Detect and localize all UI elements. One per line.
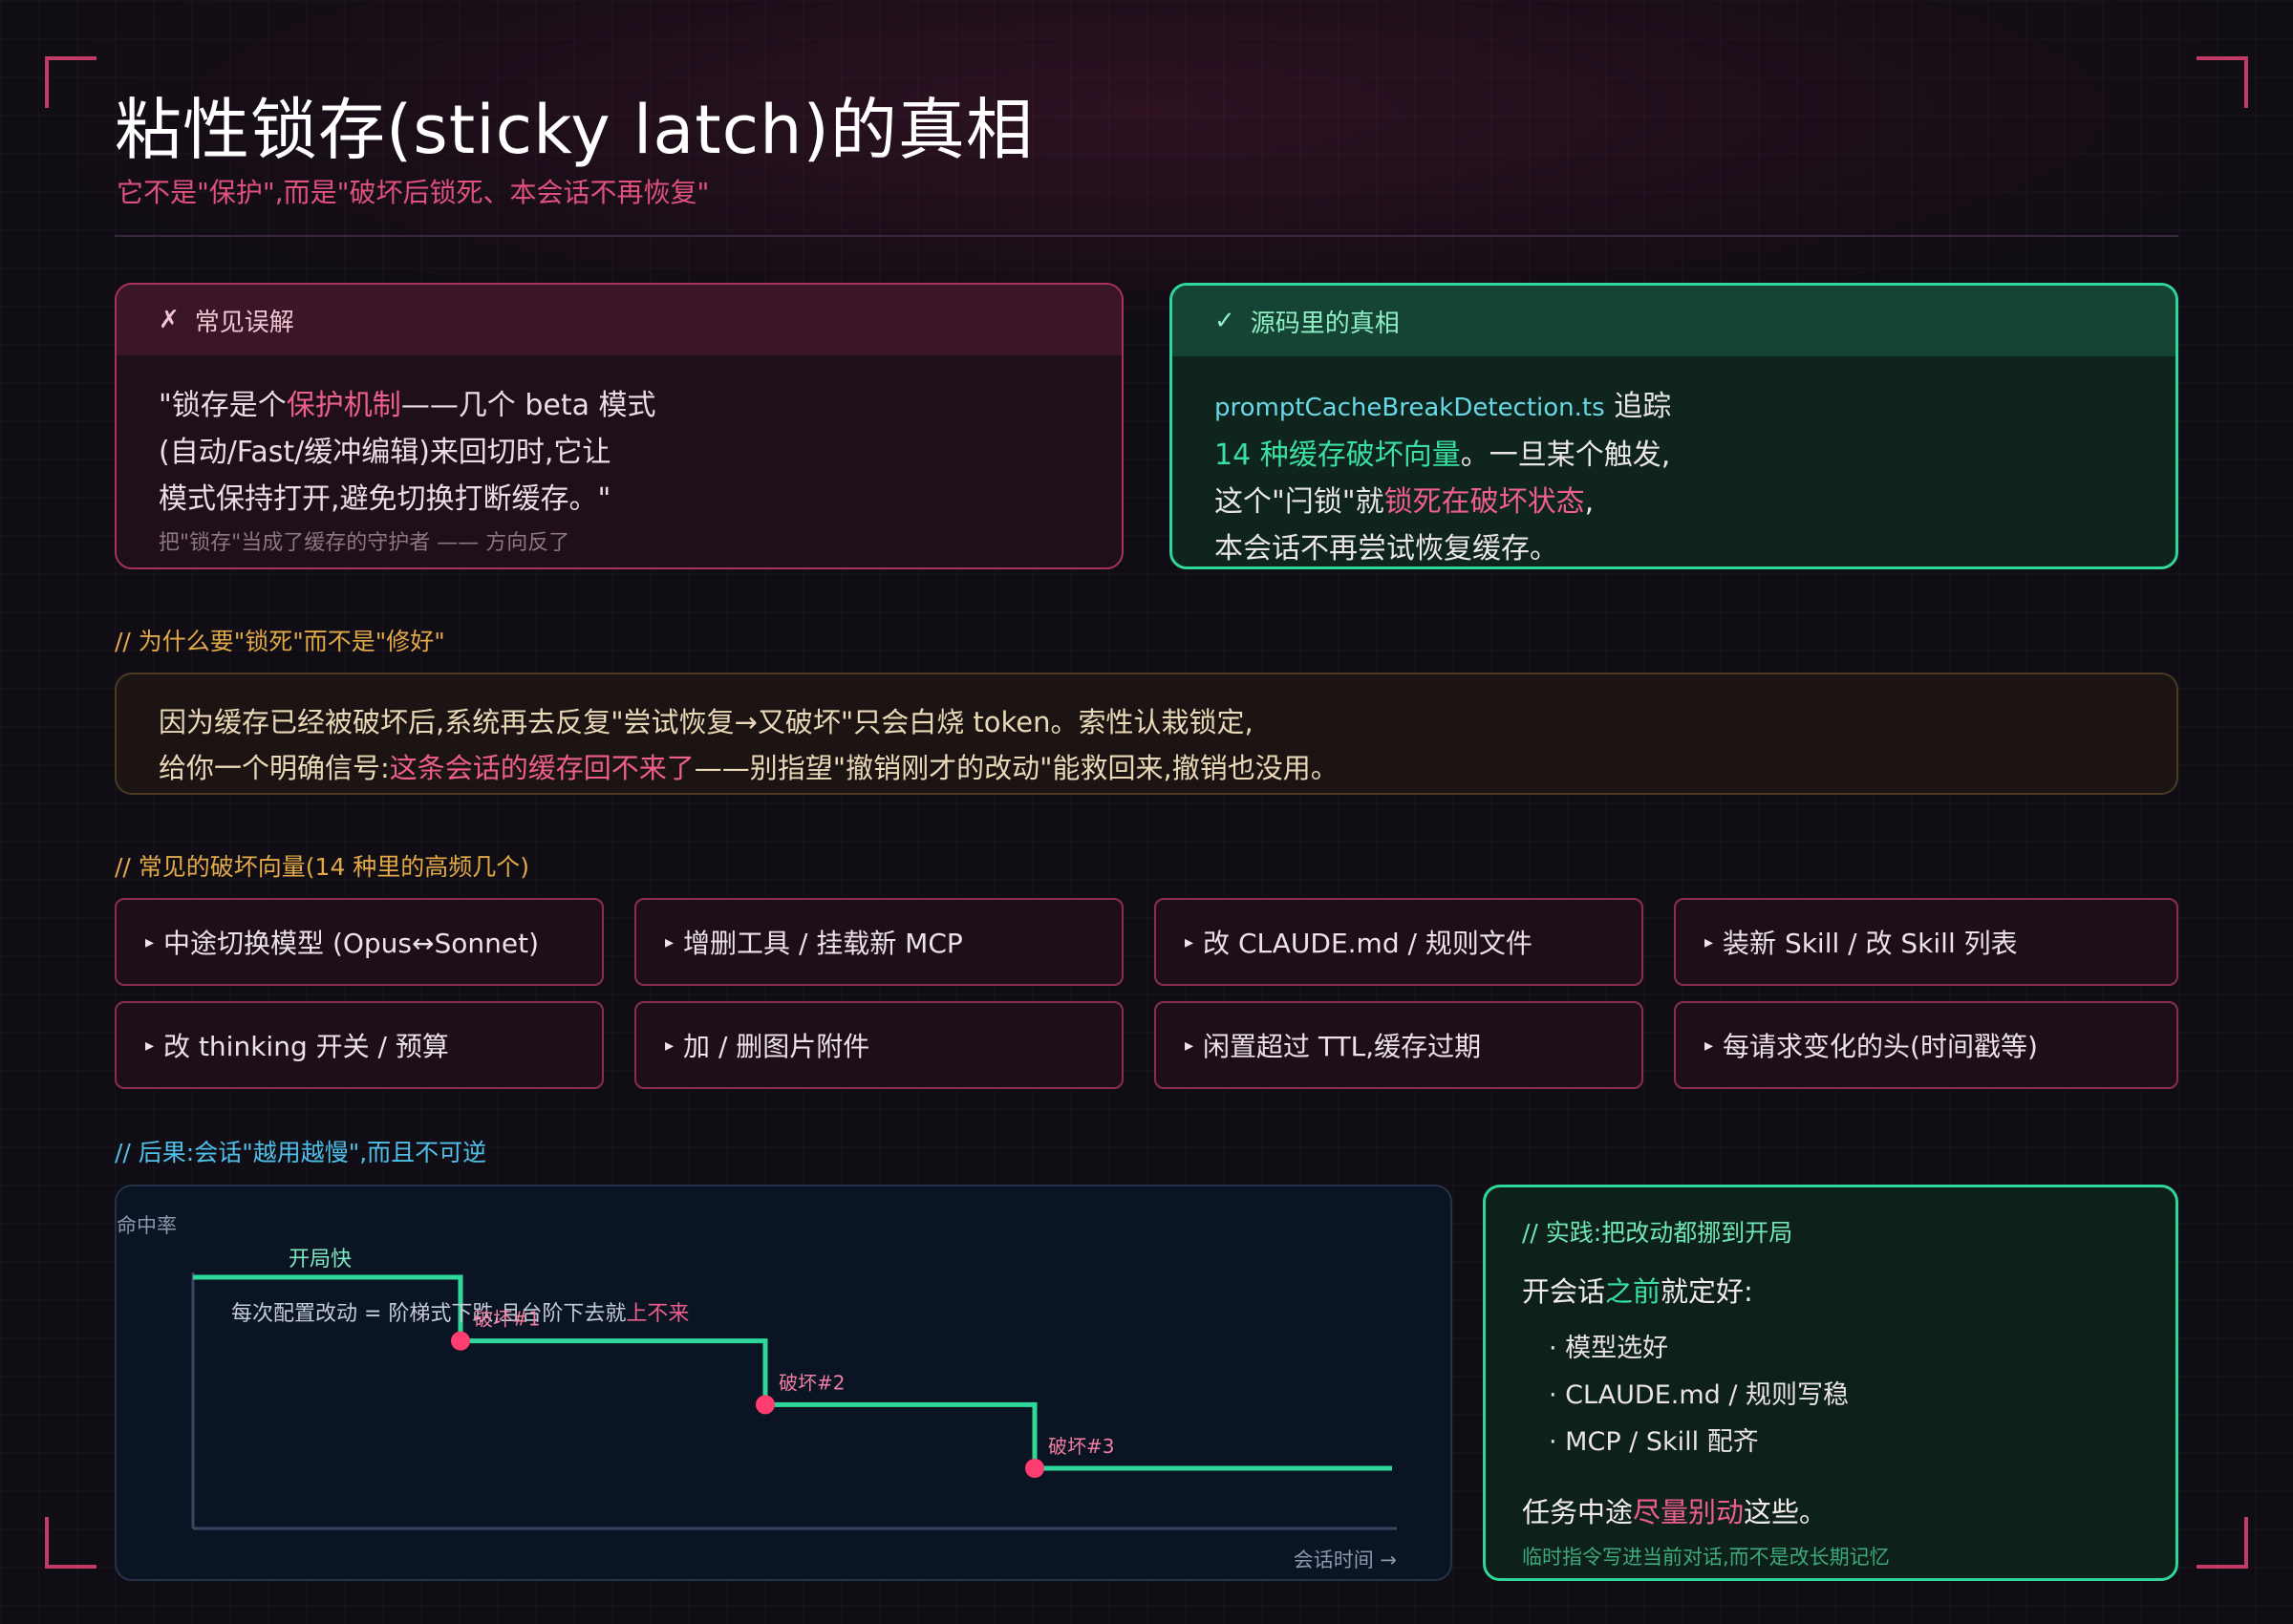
truth-text: , bbox=[1584, 485, 1595, 519]
break-label: 破坏#2 bbox=[779, 1371, 845, 1394]
vectors-heading: // 常见的破坏向量(14 种里的高频几个) bbox=[115, 853, 530, 881]
source-file-name: promptCacheBreakDetection.ts bbox=[1214, 394, 1605, 422]
myth-text: "锁存是个 bbox=[159, 389, 287, 422]
truth-text: 追踪 bbox=[1604, 390, 1672, 423]
myth-card-body: "锁存是个保护机制——几个 beta 模式 (自动/Fast/缓冲编辑)来回切时… bbox=[117, 355, 1122, 523]
corner-bracket-bottom-left bbox=[45, 1517, 96, 1569]
myth-card: ✗ 常见误解 "锁存是个保护机制——几个 beta 模式 (自动/Fast/缓冲… bbox=[115, 283, 1124, 569]
why-box: 因为缓存已经被破坏后,系统再去反复"尝试恢复→又破坏"只会白烧 token。索性… bbox=[115, 673, 2178, 795]
practice-note: 临时指令写进当前对话,而不是改长期记忆 bbox=[1522, 1546, 1890, 1569]
consequence-heading: // 后果:会话"越用越慢",而且不可逆 bbox=[115, 1139, 487, 1166]
cross-icon: ✗ bbox=[159, 306, 180, 334]
practice-lead: 开会话之前就定好: bbox=[1522, 1270, 2139, 1310]
truth-card-header: ✓ 源码里的真相 bbox=[1172, 286, 2175, 356]
vector-item: ▸ 中途切换模型 (Opus↔Sonnet) bbox=[115, 898, 604, 986]
break-label: 破坏#1 bbox=[474, 1308, 540, 1331]
vector-label: 每请求变化的头(时间戳等) bbox=[1723, 1031, 2038, 1062]
break-point bbox=[1025, 1459, 1044, 1478]
why-line-1: 因为缓存已经被破坏后,系统再去反复"尝试恢复→又破坏"只会白烧 token。索性… bbox=[159, 706, 1254, 738]
truth-highlight: 14 种缓存破坏向量 bbox=[1214, 438, 1461, 472]
truth-highlight: 锁死在破坏状态 bbox=[1383, 485, 1585, 519]
vector-item: ▸ 改 CLAUDE.md / 规则文件 bbox=[1154, 898, 1643, 986]
practice-highlight: 尽量别动 bbox=[1633, 1496, 1745, 1528]
myth-card-header: ✗ 常见误解 bbox=[117, 285, 1122, 355]
vector-item: ▸ 加 / 删图片附件 bbox=[634, 1001, 1124, 1089]
why-text: 给你一个明确信号: bbox=[159, 752, 390, 784]
page-subtitle: 它不是"保护",而是"破坏后锁死、本会话不再恢复" bbox=[117, 177, 710, 208]
myth-line-2: (自动/Fast/缓冲编辑)来回切时,它让 bbox=[159, 436, 611, 469]
myth-line-1: "锁存是个保护机制——几个 beta 模式 bbox=[159, 382, 1080, 429]
vector-item: ▸ 装新 Skill / 改 Skill 列表 bbox=[1674, 898, 2178, 986]
triangle-icon: ▸ bbox=[1704, 931, 1714, 952]
triangle-icon: ▸ bbox=[1185, 1035, 1194, 1056]
practice-item: · 模型选好 bbox=[1549, 1334, 1669, 1363]
practice-text: 这些。 bbox=[1744, 1496, 1828, 1528]
break-point bbox=[756, 1395, 775, 1415]
practice-after: 任务中途尽量别动这些。 bbox=[1522, 1490, 2139, 1530]
practice-text: 任务中途 bbox=[1522, 1496, 1634, 1528]
myth-note: 把"锁存"当成了缓存的守护者 —— 方向反了 bbox=[159, 531, 570, 555]
vector-item: ▸ 每请求变化的头(时间戳等) bbox=[1674, 1001, 2178, 1089]
vector-label: 增删工具 / 挂载新 MCP bbox=[683, 928, 963, 959]
truth-text: 这个"闩锁"就 bbox=[1214, 485, 1384, 519]
triangle-icon: ▸ bbox=[665, 1035, 675, 1056]
myth-line-3: 模式保持打开,避免切换打断缓存。" bbox=[159, 482, 611, 516]
corner-bracket-top-right bbox=[2197, 56, 2248, 108]
hit-rate-chart-svg: 命中率会话时间 → 开局快每次配置改动 = 阶梯式下跌,且台阶下去就上不来破坏#1… bbox=[117, 1214, 1397, 1571]
myth-text: ——几个 beta 模式 bbox=[400, 389, 656, 422]
triangle-icon: ▸ bbox=[1185, 931, 1194, 952]
truth-text: 。一旦某个触发, bbox=[1460, 438, 1671, 472]
vector-label: 改 thinking 开关 / 预算 bbox=[163, 1031, 449, 1062]
vector-label: 闲置超过 TTL,缓存过期 bbox=[1203, 1031, 1482, 1062]
why-heading: // 为什么要"锁死"而不是"修好" bbox=[115, 628, 445, 655]
practice-text: 就定好: bbox=[1661, 1275, 1753, 1308]
page-title: 粘性锁存(sticky latch)的真相 bbox=[115, 91, 1034, 169]
triangle-icon: ▸ bbox=[1704, 1035, 1714, 1056]
vector-label: 中途切换模型 (Opus↔Sonnet) bbox=[163, 928, 540, 959]
truth-card-body: promptCacheBreakDetection.ts 追踪 14 种缓存破坏… bbox=[1172, 356, 2175, 566]
break-label: 破坏#3 bbox=[1048, 1435, 1114, 1458]
header-divider bbox=[115, 235, 2178, 237]
check-icon: ✓ bbox=[1214, 307, 1235, 335]
myth-highlight: 保护机制 bbox=[286, 389, 401, 422]
practice-highlight: 之前 bbox=[1605, 1275, 1661, 1308]
truth-line-3: 这个"闩锁"就锁死在破坏状态, bbox=[1214, 479, 2133, 525]
corner-bracket-top-left bbox=[45, 56, 96, 108]
vector-item: ▸ 改 thinking 开关 / 预算 bbox=[115, 1001, 604, 1089]
practice-item: · MCP / Skill 配齐 bbox=[1549, 1427, 1759, 1457]
start-label: 开局快 bbox=[289, 1248, 352, 1271]
why-text: ——别指望"撤销刚才的改动"能救回来,撤销也没用。 bbox=[694, 752, 1339, 784]
practice-title: // 实践:把改动都挪到开局 bbox=[1522, 1219, 1793, 1247]
corner-bracket-bottom-right bbox=[2197, 1517, 2248, 1569]
y-axis-label: 命中率 bbox=[117, 1214, 177, 1237]
triangle-icon: ▸ bbox=[665, 931, 675, 952]
hit-rate-chart: 命中率会话时间 → 开局快每次配置改动 = 阶梯式下跌,且台阶下去就上不来 破坏#1… bbox=[115, 1185, 1452, 1581]
vector-item: ▸ 闲置超过 TTL,缓存过期 bbox=[1154, 1001, 1643, 1089]
practice-text: 开会话 bbox=[1522, 1275, 1606, 1308]
truth-line-2: 14 种缓存破坏向量。一旦某个触发, bbox=[1214, 432, 2133, 479]
vector-label: 改 CLAUDE.md / 规则文件 bbox=[1203, 928, 1532, 959]
triangle-icon: ▸ bbox=[145, 1035, 155, 1056]
vector-label: 装新 Skill / 改 Skill 列表 bbox=[1723, 928, 2018, 959]
triangle-icon: ▸ bbox=[145, 931, 155, 952]
truth-line-4: 本会话不再尝试恢复缓存。 bbox=[1214, 532, 1558, 566]
truth-line-1: promptCacheBreakDetection.ts 追踪 bbox=[1214, 383, 2133, 432]
practice-card: // 实践:把改动都挪到开局 开会话之前就定好: · 模型选好 · CLAUDE… bbox=[1483, 1185, 2178, 1581]
truth-card-label: 源码里的真相 bbox=[1250, 309, 1400, 338]
vector-label: 加 / 删图片附件 bbox=[683, 1031, 870, 1062]
x-axis-label: 会话时间 → bbox=[1294, 1549, 1397, 1571]
why-line-2: 给你一个明确信号:这条会话的缓存回不来了——别指望"撤销刚才的改动"能救回来,撤… bbox=[159, 745, 2134, 791]
vector-item: ▸ 增删工具 / 挂载新 MCP bbox=[634, 898, 1124, 986]
why-highlight: 这条会话的缓存回不来了 bbox=[389, 752, 695, 784]
practice-list: · 模型选好 · CLAUDE.md / 规则写稳 · MCP / Skill … bbox=[1549, 1325, 2139, 1465]
practice-item: · CLAUDE.md / 规则写稳 bbox=[1549, 1380, 1850, 1410]
truth-card: ✓ 源码里的真相 promptCacheBreakDetection.ts 追踪… bbox=[1169, 283, 2178, 569]
chart-annotation: 每次配置改动 = 阶梯式下跌,且台阶下去就上不来 bbox=[231, 1302, 689, 1326]
myth-card-label: 常见误解 bbox=[194, 308, 294, 337]
break-point bbox=[451, 1331, 470, 1351]
